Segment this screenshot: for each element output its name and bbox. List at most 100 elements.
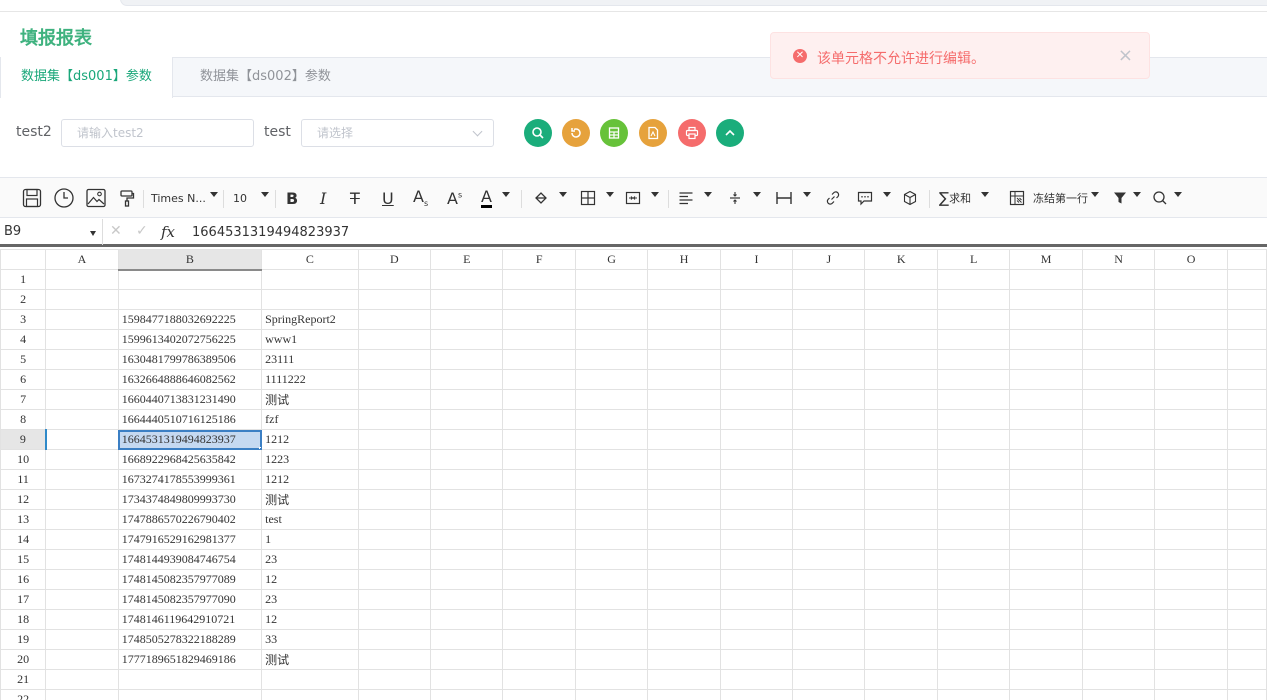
grid-cell[interactable] xyxy=(719,349,794,370)
grid-cell[interactable] xyxy=(357,509,432,530)
grid-cell[interactable] xyxy=(1009,629,1083,650)
grid-cell[interactable] xyxy=(647,469,721,490)
grid-cell[interactable] xyxy=(430,609,504,630)
row-header[interactable]: 15 xyxy=(0,549,47,570)
grid-cell[interactable] xyxy=(430,329,504,350)
grid-cell[interactable] xyxy=(45,529,119,550)
grid-cell[interactable] xyxy=(502,409,576,430)
grid-cell[interactable]: 1664440510716125186 xyxy=(117,409,263,430)
grid-cell[interactable]: 12 xyxy=(261,569,359,590)
grid-cell[interactable] xyxy=(1081,669,1156,690)
grid-cell[interactable] xyxy=(261,669,359,690)
grid-cell[interactable] xyxy=(647,529,721,550)
grid-cell[interactable] xyxy=(1226,509,1267,530)
grid-cell[interactable] xyxy=(792,489,866,510)
row-header[interactable]: 20 xyxy=(0,649,47,670)
grid-cell[interactable] xyxy=(574,589,649,610)
grid-cell[interactable] xyxy=(574,269,649,290)
grid-cell[interactable] xyxy=(45,489,119,510)
grid-cell[interactable] xyxy=(502,449,576,470)
grid-cell[interactable] xyxy=(647,489,721,510)
grid-cell[interactable] xyxy=(864,529,938,550)
column-header[interactable]: F xyxy=(502,249,576,270)
column-header[interactable]: K xyxy=(864,249,938,270)
grid-cell[interactable] xyxy=(1226,289,1267,310)
cell-reference-box[interactable]: B9 xyxy=(4,224,98,239)
grid-cell[interactable] xyxy=(647,369,721,390)
grid-cell[interactable] xyxy=(719,629,794,650)
grid-cell[interactable] xyxy=(936,629,1011,650)
grid-cell[interactable] xyxy=(430,669,504,690)
grid-cell[interactable] xyxy=(430,489,504,510)
grid-cell[interactable] xyxy=(45,629,119,650)
grid-cell[interactable] xyxy=(792,449,866,470)
grid-cell[interactable] xyxy=(792,689,866,700)
grid-cell[interactable] xyxy=(936,529,1011,550)
freeze-button[interactable]: 冻结第一行 xyxy=(1009,186,1099,210)
print-button[interactable] xyxy=(678,119,706,147)
grid-cell[interactable] xyxy=(430,269,504,290)
grid-cell[interactable] xyxy=(1226,349,1267,370)
row-header[interactable]: 5 xyxy=(0,349,47,370)
grid-cell[interactable] xyxy=(1154,349,1228,370)
grid-cell[interactable] xyxy=(1154,589,1228,610)
grid-cell[interactable] xyxy=(502,569,576,590)
column-header[interactable]: E xyxy=(430,249,504,270)
grid-cell[interactable] xyxy=(1009,429,1083,450)
grid-cell[interactable] xyxy=(936,609,1011,630)
grid-cell[interactable] xyxy=(1081,649,1156,670)
column-header[interactable]: C xyxy=(261,249,359,270)
grid-cell[interactable] xyxy=(357,589,432,610)
grid-cell[interactable] xyxy=(574,549,649,570)
grid-cell[interactable] xyxy=(357,369,432,390)
row-header[interactable]: 3 xyxy=(0,309,47,330)
grid-cell[interactable] xyxy=(936,449,1011,470)
row-header[interactable]: 1 xyxy=(0,269,47,290)
grid-cell[interactable]: 1212 xyxy=(261,429,359,450)
grid-cell[interactable] xyxy=(936,489,1011,510)
filter-button[interactable] xyxy=(1113,186,1141,210)
grid-cell[interactable] xyxy=(864,369,938,390)
grid-cell[interactable] xyxy=(864,269,938,290)
column-header[interactable]: A xyxy=(45,249,119,270)
row-header[interactable]: 19 xyxy=(0,629,47,650)
grid-cell[interactable] xyxy=(1226,269,1267,290)
grid-cell[interactable] xyxy=(1226,309,1267,330)
grid-cell[interactable] xyxy=(45,449,119,470)
grid-cell[interactable] xyxy=(1081,469,1156,490)
cancel-icon[interactable]: ✕ xyxy=(110,223,122,239)
grid-cell[interactable] xyxy=(936,649,1011,670)
grid-cell[interactable] xyxy=(430,409,504,430)
grid-cell[interactable] xyxy=(1081,589,1156,610)
grid-cell[interactable] xyxy=(936,569,1011,590)
grid-cell[interactable] xyxy=(647,669,721,690)
grid-cell[interactable] xyxy=(574,389,649,410)
grid-cell[interactable] xyxy=(1081,429,1156,450)
grid-cell[interactable] xyxy=(45,569,119,590)
grid-cell[interactable] xyxy=(357,309,432,330)
grid-cell[interactable] xyxy=(792,409,866,430)
grid-cell[interactable] xyxy=(1226,409,1267,430)
grid-cell[interactable] xyxy=(574,329,649,350)
grid-cell[interactable] xyxy=(1009,669,1083,690)
grid-cell[interactable] xyxy=(792,609,866,630)
grid-cell[interactable] xyxy=(1009,509,1083,530)
grid-cell[interactable] xyxy=(502,529,576,550)
grid-cell[interactable] xyxy=(502,309,576,330)
grid-cell[interactable] xyxy=(719,269,794,290)
grid-cell[interactable] xyxy=(502,669,576,690)
row-header[interactable]: 7 xyxy=(0,389,47,410)
insert-image-button[interactable] xyxy=(86,186,106,210)
format-painter-button[interactable] xyxy=(119,186,135,210)
grid-cell[interactable] xyxy=(502,649,576,670)
grid-cell[interactable] xyxy=(719,309,794,330)
grid-cell[interactable] xyxy=(1081,389,1156,410)
column-header[interactable]: G xyxy=(574,249,649,270)
grid-cell[interactable] xyxy=(1081,689,1156,700)
grid-cell[interactable] xyxy=(1154,609,1228,630)
font-family-select[interactable]: Times N... xyxy=(151,186,218,210)
grid-cell[interactable] xyxy=(45,389,119,410)
grid-cell[interactable] xyxy=(864,649,938,670)
grid-cell[interactable] xyxy=(792,629,866,650)
grid-cell[interactable] xyxy=(647,509,721,530)
